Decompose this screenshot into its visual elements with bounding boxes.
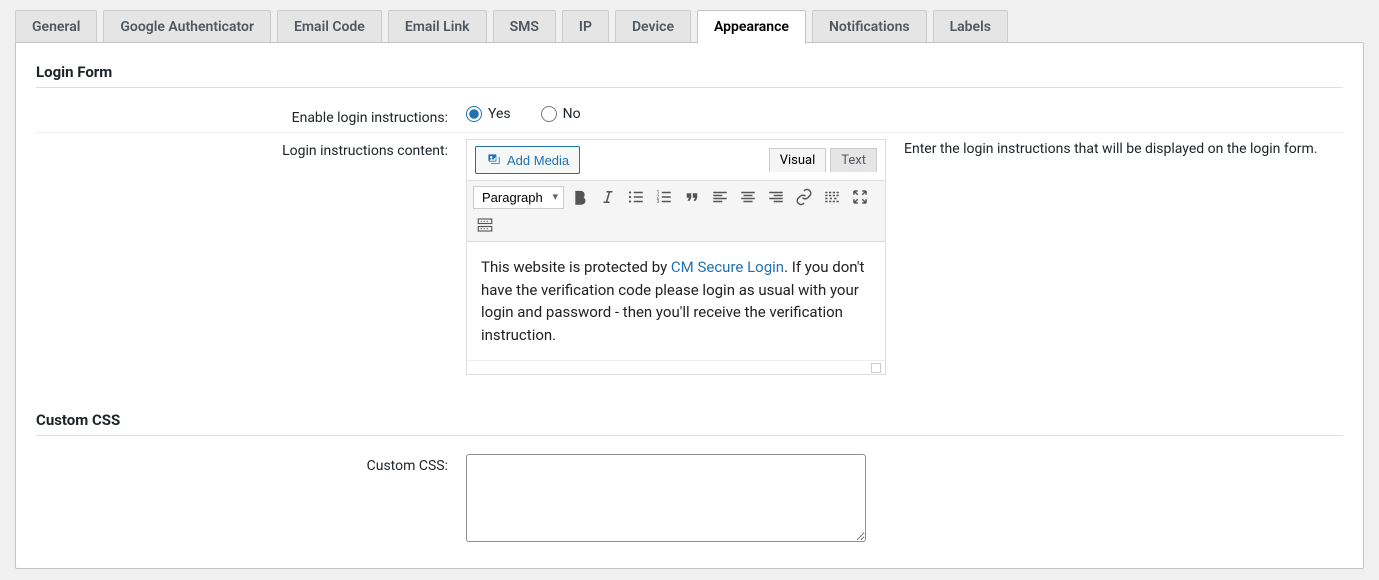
enable-login-yes-radio[interactable]: [466, 106, 482, 122]
enable-login-no-label[interactable]: No: [541, 106, 581, 122]
media-icon: [486, 152, 502, 168]
bullet-list-button[interactable]: [624, 185, 648, 209]
section-custom-css-title: Custom CSS: [36, 411, 1343, 436]
enable-login-instructions-label: Enable login instructions:: [36, 106, 466, 126]
wysiwyg-editor: Add Media Visual Text Paragraph: [466, 139, 886, 375]
align-center-button[interactable]: [736, 185, 760, 209]
bold-button[interactable]: [568, 185, 592, 209]
login-instructions-content-label: Login instructions content:: [36, 139, 466, 159]
blockquote-button[interactable]: [680, 185, 704, 209]
read-more-button[interactable]: [820, 185, 844, 209]
editor-text-before: This website is protected by: [481, 258, 671, 276]
enable-login-no-radio[interactable]: [541, 106, 557, 122]
tab-general[interactable]: General: [15, 10, 97, 43]
editor-resize-handle[interactable]: [871, 363, 881, 373]
enable-login-yes-label[interactable]: Yes: [466, 106, 511, 122]
toolbar-toggle-button[interactable]: [473, 213, 497, 237]
tab-google-authenticator[interactable]: Google Authenticator: [103, 10, 271, 43]
tab-sms[interactable]: SMS: [493, 10, 556, 43]
custom-css-label: Custom CSS:: [36, 454, 466, 474]
tab-ip[interactable]: IP: [562, 10, 609, 43]
editor-content-area[interactable]: This website is protected by CM Secure L…: [467, 242, 885, 360]
add-media-label: Add Media: [507, 153, 569, 168]
format-select[interactable]: Paragraph: [473, 186, 564, 209]
custom-css-textarea[interactable]: [466, 454, 866, 542]
editor-tab-visual[interactable]: Visual: [769, 148, 827, 172]
tab-notifications[interactable]: Notifications: [812, 10, 927, 43]
tab-email-link[interactable]: Email Link: [388, 10, 487, 43]
add-media-button[interactable]: Add Media: [475, 146, 580, 174]
enable-login-yes-text: Yes: [488, 106, 511, 122]
section-login-form-title: Login Form: [36, 63, 1343, 88]
numbered-list-button[interactable]: 123: [652, 185, 676, 209]
svg-text:3: 3: [657, 199, 660, 205]
fullscreen-button[interactable]: [848, 185, 872, 209]
editor-link[interactable]: CM Secure Login: [671, 258, 784, 276]
tab-appearance[interactable]: Appearance: [697, 10, 806, 44]
tab-device[interactable]: Device: [615, 10, 691, 43]
align-right-button[interactable]: [764, 185, 788, 209]
align-left-button[interactable]: [708, 185, 732, 209]
tab-email-code[interactable]: Email Code: [277, 10, 382, 43]
tab-labels[interactable]: Labels: [933, 10, 1008, 43]
login-instructions-help: Enter the login instructions that will b…: [904, 139, 1317, 157]
italic-button[interactable]: [596, 185, 620, 209]
link-button[interactable]: [792, 185, 816, 209]
enable-login-no-text: No: [563, 106, 581, 122]
editor-tab-text[interactable]: Text: [830, 148, 877, 172]
